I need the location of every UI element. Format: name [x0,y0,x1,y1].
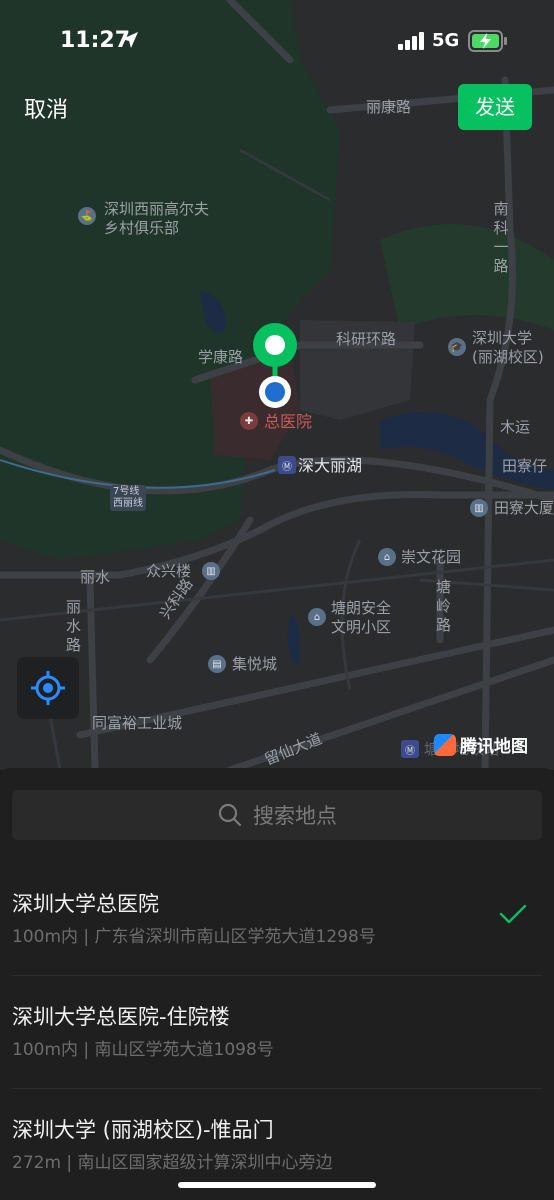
metro-line-badge-1: 7号线 [113,486,140,497]
result-subtitle: 272m | 南山区国家超级计算深圳中心旁边 [12,1153,333,1173]
map-label-lishui: 丽水 [80,568,111,586]
map-label-jiyue-city: 集悦城 [232,655,278,673]
metro-station-icon: Ⓜ [278,456,296,474]
golf-poi-icon: ⛳ [78,207,96,225]
result-title: 深圳大学 (丽湖校区)-惟品门 [12,1118,274,1142]
map-label-szu-lihu-2: (丽湖校区) [472,348,544,366]
map-label-nanke-road: 南科一路 [493,200,509,275]
map-label-szu-lihu-1: 深圳大学 [472,329,533,347]
map-label-lishui-road: 丽水路 [66,598,82,654]
location-results-sheet: 搜索地点 深圳大学总医院 100m内 | 广东省深圳市南山区学苑大道1298号 … [0,768,554,1200]
search-placeholder: 搜索地点 [253,804,337,828]
map-label-tianliaozai: 田寮仔 [502,457,548,475]
result-subtitle: 100m内 | 南山区学苑大道1098号 [12,1040,274,1060]
map-label-tanglang-1: 塘朗安全 [331,599,392,617]
home-indicator[interactable] [178,1182,376,1188]
send-button[interactable]: 发送 [458,84,532,130]
status-bar: 11:27 5G [0,0,554,80]
battery-charging-icon [468,30,507,52]
map-label-golf-club-1: 深圳西丽高尔夫 [104,200,210,218]
cancel-button[interactable]: 取消 [24,92,68,124]
map-label-muyun: 木运 [500,418,531,436]
map-label-chongwen-garden: 崇文花园 [401,548,462,566]
map-label-tangling-road: 塘岭路 [436,578,452,634]
residence-poi-icon: ⌂ [308,608,326,626]
map-label-hospital: 总医院 [264,412,313,431]
checkmark-icon [499,904,527,924]
locate-me-button[interactable] [17,657,79,719]
building-poi-icon: ▥ [470,499,488,517]
map-label-keyan-ring-road: 科研环路 [336,330,397,348]
selected-location-pin-icon[interactable] [252,322,298,412]
search-icon [218,803,242,827]
result-title: 深圳大学总医院-住院楼 [12,1005,230,1029]
map-label-tanglang-2: 文明小区 [331,618,392,636]
metro-line-badge-2: 西丽线 [113,498,143,509]
map-provider-label: 腾讯地图 [460,737,528,757]
metro-station-icon: Ⓜ [401,740,419,758]
school-poi-icon: 🎓 [448,338,466,356]
metro-line-badge: 7号线 西丽线 [110,485,146,511]
map-label-golf-club-2: 乡村俱乐部 [104,219,180,237]
map-label-tongfuyu: 同富裕工业城 [92,714,183,732]
crosshair-icon [31,671,65,705]
building-poi-icon: ▥ [202,562,220,580]
map-label-lirang-road: 丽康路 [366,98,412,116]
map-label-shenda-lihu: 深大丽湖 [298,456,363,475]
network-type: 5G [432,30,460,51]
search-bar[interactable]: 搜索地点 [12,790,542,840]
residence-poi-icon: ⌂ [378,548,396,566]
shopping-poi-icon: ▤ [208,655,226,673]
hospital-poi-icon: ✚ [240,412,258,430]
result-item[interactable]: 深圳大学总医院-住院楼 100m内 | 南山区学苑大道1098号 [12,975,542,1087]
location-arrow-icon [122,32,138,48]
tencent-map-logo-icon [434,733,456,756]
map-label-tianliao-building: 田寮大厦 [494,499,554,517]
cellular-signal-icon [398,32,424,50]
map-provider: 腾讯地图 [434,732,528,757]
map-label-xuekang-road: 学康路 [198,348,244,366]
result-item[interactable]: 深圳大学总医院 100m内 | 广东省深圳市南山区学苑大道1298号 [12,862,542,974]
result-subtitle: 100m内 | 广东省深圳市南山区学苑大道1298号 [12,927,376,947]
result-title: 深圳大学总医院 [12,892,159,916]
